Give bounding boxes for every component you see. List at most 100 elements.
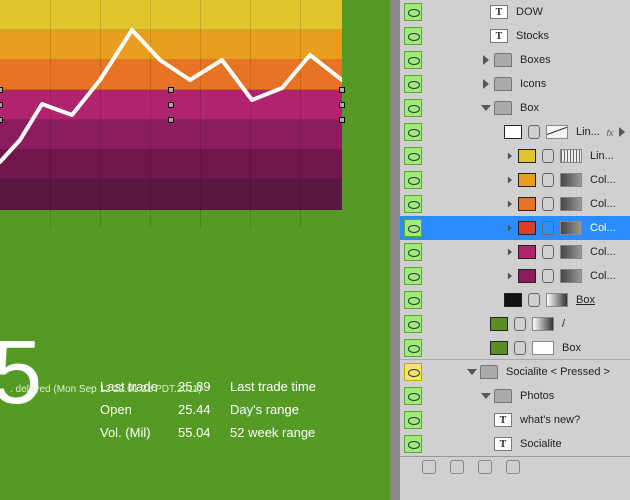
layer-row[interactable]: Icons [400, 72, 630, 96]
link-icon[interactable] [542, 173, 554, 187]
visibility-toggle[interactable] [404, 171, 422, 189]
fx-badge[interactable]: fx [606, 126, 626, 138]
layer-row[interactable]: Socialite [400, 432, 630, 456]
layer-mask-thumb[interactable] [560, 149, 582, 163]
layer-name[interactable]: DOW [516, 6, 543, 18]
layer-name[interactable]: Col... [590, 222, 616, 234]
layer-row[interactable]: Lin... [400, 144, 630, 168]
layer-mask-thumb[interactable] [546, 293, 568, 307]
visibility-toggle[interactable] [404, 243, 422, 261]
layer-name[interactable]: Col... [590, 270, 616, 282]
visibility-toggle[interactable] [404, 219, 422, 237]
chain-icon[interactable] [478, 460, 492, 474]
layer-row[interactable]: / [400, 312, 630, 336]
selection-handle[interactable] [0, 87, 3, 93]
disclosure-triangle[interactable] [466, 366, 478, 378]
disclosure-triangle[interactable] [480, 78, 492, 90]
link-icon[interactable] [542, 245, 554, 259]
chain-icon[interactable] [422, 460, 436, 474]
selection-handle[interactable] [339, 102, 345, 108]
layer-row[interactable]: Socialite < Pressed > [400, 360, 630, 384]
layers-footer [400, 456, 630, 476]
link-icon[interactable] [514, 341, 526, 355]
layer-mask-thumb[interactable] [532, 317, 554, 331]
selection-handle[interactable] [0, 117, 3, 123]
selection-handle[interactable] [168, 102, 174, 108]
visibility-toggle[interactable] [404, 195, 422, 213]
layer-row[interactable]: Boxes [400, 48, 630, 72]
chain-icon[interactable] [506, 460, 520, 474]
layer-name[interactable]: Col... [590, 246, 616, 258]
layer-mask-thumb[interactable] [546, 125, 568, 139]
layer-name[interactable]: Col... [590, 198, 616, 210]
link-icon[interactable] [528, 125, 540, 139]
layer-name[interactable]: what's new? [520, 414, 580, 426]
layer-row[interactable]: DOW [400, 0, 630, 24]
layer-row[interactable]: Lin... fx [400, 120, 630, 144]
layer-row[interactable]: Box [400, 288, 630, 312]
link-icon[interactable] [528, 293, 540, 307]
layer-name[interactable]: Lin... [576, 126, 600, 138]
visibility-toggle[interactable] [404, 75, 422, 93]
layer-mask-thumb[interactable] [560, 221, 582, 235]
selection-handle[interactable] [0, 102, 3, 108]
layer-mask-thumb[interactable] [560, 173, 582, 187]
selection-handle[interactable] [339, 87, 345, 93]
selection-handle[interactable] [168, 117, 174, 123]
layer-row[interactable]: Photos [400, 384, 630, 408]
visibility-toggle[interactable] [404, 123, 422, 141]
visibility-toggle[interactable] [404, 51, 422, 69]
visibility-toggle[interactable] [404, 147, 422, 165]
layer-mask-thumb[interactable] [532, 341, 554, 355]
link-icon[interactable] [542, 221, 554, 235]
layer-name[interactable]: / [562, 318, 565, 330]
visibility-toggle[interactable] [404, 291, 422, 309]
layer-row[interactable]: Col... [400, 240, 630, 264]
visibility-toggle[interactable] [404, 27, 422, 45]
disclosure-triangle[interactable] [480, 102, 492, 114]
layer-name[interactable]: Stocks [516, 30, 549, 42]
visibility-toggle[interactable] [404, 315, 422, 333]
layer-row[interactable]: Box [400, 96, 630, 120]
layer-name[interactable]: Socialite < Pressed > [506, 366, 610, 378]
stat-label: Day's range [230, 402, 340, 417]
visibility-toggle[interactable] [404, 99, 422, 117]
layer-name[interactable]: Col... [590, 174, 616, 186]
layer-name[interactable]: Box [520, 102, 539, 114]
design-canvas[interactable]: 5 Last trade 25.89 Last trade time Open … [0, 0, 390, 500]
link-icon[interactable] [542, 269, 554, 283]
layer-row[interactable]: Box [400, 336, 630, 360]
layer-mask-thumb[interactable] [560, 245, 582, 259]
link-icon[interactable] [542, 149, 554, 163]
visibility-toggle[interactable] [404, 363, 422, 381]
layer-name[interactable]: Icons [520, 78, 546, 90]
disclosure-triangle[interactable] [480, 390, 492, 402]
layer-row[interactable]: Stocks [400, 24, 630, 48]
layer-row[interactable]: Col... [400, 168, 630, 192]
disclosure-triangle[interactable] [480, 54, 492, 66]
layer-name[interactable]: Lin... [590, 150, 614, 162]
layer-mask-thumb[interactable] [560, 197, 582, 211]
visibility-toggle[interactable] [404, 387, 422, 405]
link-icon[interactable] [514, 317, 526, 331]
layers-panel[interactable]: DOW Stocks Boxes Icons Box Lin... fx Lin... Col… [400, 0, 630, 500]
layer-row[interactable]: Col... [400, 264, 630, 288]
layer-mask-thumb[interactable] [560, 269, 582, 283]
layer-row[interactable]: Col... [400, 216, 630, 240]
visibility-toggle[interactable] [404, 339, 422, 357]
visibility-toggle[interactable] [404, 411, 422, 429]
layer-name[interactable]: Photos [520, 390, 554, 402]
selection-handle[interactable] [339, 117, 345, 123]
link-icon[interactable] [542, 197, 554, 211]
selection-handle[interactable] [168, 87, 174, 93]
layer-name[interactable]: Box [576, 294, 595, 306]
visibility-toggle[interactable] [404, 435, 422, 453]
layer-row[interactable]: what's new? [400, 408, 630, 432]
layer-name[interactable]: Box [562, 342, 581, 354]
layer-row[interactable]: Col... [400, 192, 630, 216]
layer-name[interactable]: Boxes [520, 54, 551, 66]
chain-icon[interactable] [450, 460, 464, 474]
visibility-toggle[interactable] [404, 3, 422, 21]
layer-name[interactable]: Socialite [520, 438, 562, 450]
visibility-toggle[interactable] [404, 267, 422, 285]
